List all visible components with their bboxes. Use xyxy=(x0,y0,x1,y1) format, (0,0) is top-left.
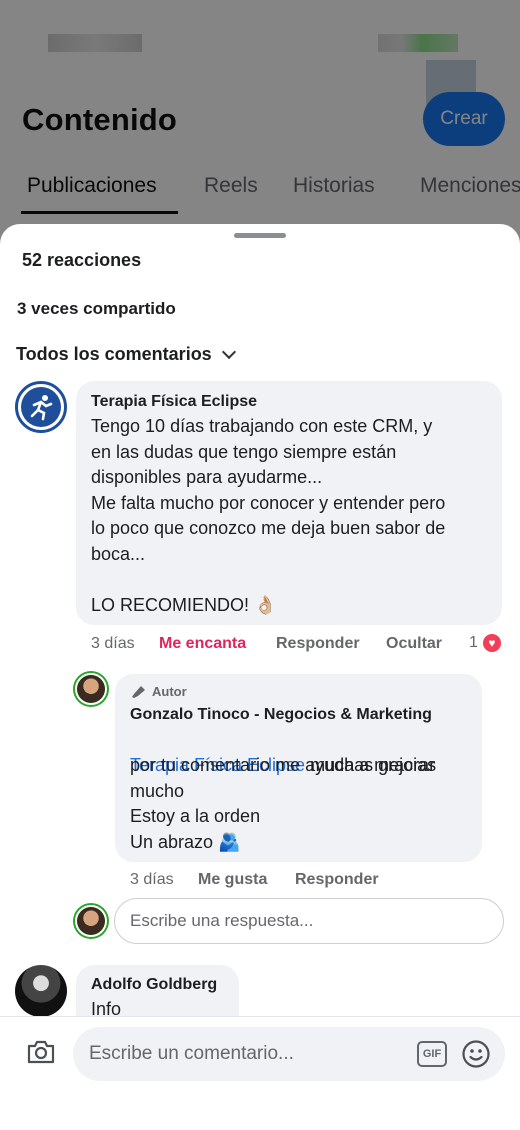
reply-button[interactable]: Responder xyxy=(276,635,360,653)
avatar xyxy=(75,905,107,937)
reply-time: 3 días xyxy=(130,871,174,888)
comment-text: Tengo 10 días trabajando con este CRM, y… xyxy=(91,416,446,616)
comments-sheet: 52 reacciones 3 veces compartido Todos l… xyxy=(0,224,520,1130)
avatar[interactable] xyxy=(75,673,107,705)
comment-time: 3 días xyxy=(91,635,135,652)
reply-button[interactable]: Responder xyxy=(295,871,379,889)
comment-author[interactable]: Terapia Física Eclipse xyxy=(91,393,257,411)
comments-filter-dropdown[interactable]: Todos los comentarios xyxy=(16,344,236,365)
hide-button[interactable]: Ocultar xyxy=(386,635,442,653)
love-reaction-button[interactable]: Me encanta xyxy=(159,635,246,653)
profile-photo xyxy=(77,907,105,935)
author-badge: Autor xyxy=(131,684,187,699)
camera-icon[interactable] xyxy=(26,1039,56,1065)
drag-handle[interactable] xyxy=(234,233,286,238)
reaction-summary[interactable]: 1 ♥ xyxy=(469,632,503,654)
avatar[interactable] xyxy=(15,381,67,433)
reactions-count[interactable]: 52 reacciones xyxy=(22,250,141,271)
comment-composer: Escribe un comentario... GIF xyxy=(0,1016,520,1130)
comment-author[interactable]: Adolfo Goldberg xyxy=(91,976,217,994)
author-badge-label: Autor xyxy=(152,684,187,699)
comments-filter-label: Todos los comentarios xyxy=(16,344,212,364)
gif-icon[interactable]: GIF xyxy=(417,1041,447,1067)
background-page: Contenido Crear Publicaciones Reels Hist… xyxy=(0,0,520,260)
overlay-scrim[interactable] xyxy=(0,0,520,260)
chevron-down-icon xyxy=(221,344,236,360)
runner-logo-icon xyxy=(21,387,61,427)
reaction-count: 1 xyxy=(469,634,478,651)
microphone-icon xyxy=(132,685,145,698)
reply-text: por tu comentario me ayuda a mejorar muc… xyxy=(130,755,436,852)
reply-input[interactable]: Escribe una respuesta... xyxy=(114,898,504,944)
profile-photo xyxy=(77,675,105,703)
avatar[interactable] xyxy=(15,965,67,1017)
reply-author[interactable]: Gonzalo Tinoco - Negocios & Marketing xyxy=(130,706,432,724)
like-button[interactable]: Me gusta xyxy=(198,871,267,889)
emoji-icon[interactable] xyxy=(461,1039,491,1069)
shares-count[interactable]: 3 veces compartido xyxy=(17,299,176,319)
heart-icon: ♥ xyxy=(480,632,503,654)
